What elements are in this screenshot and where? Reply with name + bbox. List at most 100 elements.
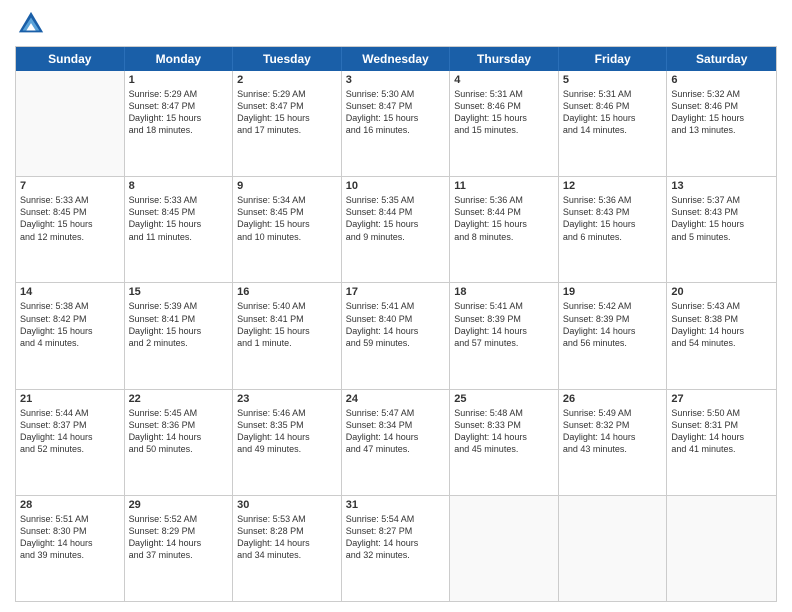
day-number: 13 — [671, 180, 772, 192]
day-number: 21 — [20, 393, 120, 405]
calendar-cell: 30 Sunrise: 5:53 AM Sunset: 8:28 PM Dayli… — [233, 496, 342, 601]
calendar-cell: 28Sunrise: 5:51 AM Sunset: 8:30 PM Dayli… — [16, 496, 125, 601]
day-number: 5 — [563, 74, 663, 86]
calendar-cell: 20 Sunrise: 5:43 AM Sunset: 8:38 PM Dayli… — [667, 283, 776, 388]
cell-info: Sunrise: 5:36 AM Sunset: 8:44 PM Dayligh… — [454, 194, 554, 243]
day-number: 16 — [237, 286, 337, 298]
day-number: 9 — [237, 180, 337, 192]
calendar-header-cell: Sunday — [16, 47, 125, 71]
calendar-cell: 13 Sunrise: 5:37 AM Sunset: 8:43 PM Dayli… — [667, 177, 776, 282]
day-number: 23 — [237, 393, 337, 405]
cell-info: Sunrise: 5:33 AM Sunset: 8:45 PM Dayligh… — [20, 194, 120, 243]
day-number: 29 — [129, 499, 229, 511]
calendar-header-cell: Wednesday — [342, 47, 451, 71]
cell-info: Sunrise: 5:54 AM Sunset: 8:27 PM Dayligh… — [346, 513, 446, 562]
day-number: 24 — [346, 393, 446, 405]
cell-info: Sunrise: 5:40 AM Sunset: 8:41 PM Dayligh… — [237, 300, 337, 349]
calendar-cell: 9 Sunrise: 5:34 AM Sunset: 8:45 PM Daylig… — [233, 177, 342, 282]
day-number: 6 — [671, 74, 772, 86]
calendar-header-cell: Friday — [559, 47, 668, 71]
cell-info: Sunrise: 5:47 AM Sunset: 8:34 PM Dayligh… — [346, 407, 446, 456]
cell-info: Sunrise: 5:35 AM Sunset: 8:44 PM Dayligh… — [346, 194, 446, 243]
cell-info: Sunrise: 5:50 AM Sunset: 8:31 PM Dayligh… — [671, 407, 772, 456]
day-number: 26 — [563, 393, 663, 405]
day-number: 8 — [129, 180, 229, 192]
cell-info: Sunrise: 5:30 AM Sunset: 8:47 PM Dayligh… — [346, 88, 446, 137]
calendar-cell: 10Sunrise: 5:35 AM Sunset: 8:44 PM Dayli… — [342, 177, 451, 282]
calendar-cell: 5 Sunrise: 5:31 AM Sunset: 8:46 PM Daylig… — [559, 71, 668, 176]
day-number: 11 — [454, 180, 554, 192]
calendar-cell: 27Sunrise: 5:50 AM Sunset: 8:31 PM Dayli… — [667, 390, 776, 495]
day-number: 22 — [129, 393, 229, 405]
calendar-header-cell: Tuesday — [233, 47, 342, 71]
day-number: 14 — [20, 286, 120, 298]
cell-info: Sunrise: 5:45 AM Sunset: 8:36 PM Dayligh… — [129, 407, 229, 456]
cell-info: Sunrise: 5:44 AM Sunset: 8:37 PM Dayligh… — [20, 407, 120, 456]
cell-info: Sunrise: 5:43 AM Sunset: 8:38 PM Dayligh… — [671, 300, 772, 349]
calendar-cell — [16, 71, 125, 176]
calendar-cell: 22 Sunrise: 5:45 AM Sunset: 8:36 PM Dayli… — [125, 390, 234, 495]
cell-info: Sunrise: 5:31 AM Sunset: 8:46 PM Dayligh… — [454, 88, 554, 137]
cell-info: Sunrise: 5:29 AM Sunset: 8:47 PM Dayligh… — [129, 88, 229, 137]
day-number: 31 — [346, 499, 446, 511]
calendar-cell: 25Sunrise: 5:48 AM Sunset: 8:33 PM Dayli… — [450, 390, 559, 495]
calendar-cell: 6 Sunrise: 5:32 AM Sunset: 8:46 PM Daylig… — [667, 71, 776, 176]
calendar-cell: 15Sunrise: 5:39 AM Sunset: 8:41 PM Dayli… — [125, 283, 234, 388]
calendar-week: 21 Sunrise: 5:44 AM Sunset: 8:37 PM Dayli… — [16, 390, 776, 496]
day-number: 19 — [563, 286, 663, 298]
day-number: 25 — [454, 393, 554, 405]
logo — [15, 10, 47, 38]
cell-info: Sunrise: 5:41 AM Sunset: 8:40 PM Dayligh… — [346, 300, 446, 349]
calendar-week: 1 Sunrise: 5:29 AM Sunset: 8:47 PM Daylig… — [16, 71, 776, 177]
calendar-cell: 12Sunrise: 5:36 AM Sunset: 8:43 PM Dayli… — [559, 177, 668, 282]
calendar-cell: 3 Sunrise: 5:30 AM Sunset: 8:47 PM Daylig… — [342, 71, 451, 176]
cell-info: Sunrise: 5:41 AM Sunset: 8:39 PM Dayligh… — [454, 300, 554, 349]
calendar-cell: 14 Sunrise: 5:38 AM Sunset: 8:42 PM Dayli… — [16, 283, 125, 388]
calendar-header-cell: Monday — [125, 47, 234, 71]
cell-info: Sunrise: 5:52 AM Sunset: 8:29 PM Dayligh… — [129, 513, 229, 562]
cell-info: Sunrise: 5:49 AM Sunset: 8:32 PM Dayligh… — [563, 407, 663, 456]
day-number: 1 — [129, 74, 229, 86]
calendar-cell — [667, 496, 776, 601]
day-number: 2 — [237, 74, 337, 86]
cell-info: Sunrise: 5:53 AM Sunset: 8:28 PM Dayligh… — [237, 513, 337, 562]
calendar-cell: 7Sunrise: 5:33 AM Sunset: 8:45 PM Daylig… — [16, 177, 125, 282]
calendar: SundayMondayTuesdayWednesdayThursdayFrid… — [15, 46, 777, 602]
calendar-cell: 29 Sunrise: 5:52 AM Sunset: 8:29 PM Dayli… — [125, 496, 234, 601]
page: SundayMondayTuesdayWednesdayThursdayFrid… — [0, 0, 792, 612]
calendar-cell: 21 Sunrise: 5:44 AM Sunset: 8:37 PM Dayli… — [16, 390, 125, 495]
cell-info: Sunrise: 5:37 AM Sunset: 8:43 PM Dayligh… — [671, 194, 772, 243]
calendar-cell: 11 Sunrise: 5:36 AM Sunset: 8:44 PM Dayli… — [450, 177, 559, 282]
cell-info: Sunrise: 5:38 AM Sunset: 8:42 PM Dayligh… — [20, 300, 120, 349]
calendar-header-cell: Saturday — [667, 47, 776, 71]
calendar-cell: 19 Sunrise: 5:42 AM Sunset: 8:39 PM Dayli… — [559, 283, 668, 388]
calendar-cell: 23Sunrise: 5:46 AM Sunset: 8:35 PM Dayli… — [233, 390, 342, 495]
calendar-header-cell: Thursday — [450, 47, 559, 71]
calendar-cell: 1 Sunrise: 5:29 AM Sunset: 8:47 PM Daylig… — [125, 71, 234, 176]
calendar-cell: 16 Sunrise: 5:40 AM Sunset: 8:41 PM Dayli… — [233, 283, 342, 388]
cell-info: Sunrise: 5:29 AM Sunset: 8:47 PM Dayligh… — [237, 88, 337, 137]
calendar-cell: 26 Sunrise: 5:49 AM Sunset: 8:32 PM Dayli… — [559, 390, 668, 495]
calendar-week: 14 Sunrise: 5:38 AM Sunset: 8:42 PM Dayli… — [16, 283, 776, 389]
day-number: 3 — [346, 74, 446, 86]
day-number: 12 — [563, 180, 663, 192]
calendar-cell: 18 Sunrise: 5:41 AM Sunset: 8:39 PM Dayli… — [450, 283, 559, 388]
cell-info: Sunrise: 5:32 AM Sunset: 8:46 PM Dayligh… — [671, 88, 772, 137]
day-number: 18 — [454, 286, 554, 298]
calendar-week: 28Sunrise: 5:51 AM Sunset: 8:30 PM Dayli… — [16, 496, 776, 601]
calendar-week: 7Sunrise: 5:33 AM Sunset: 8:45 PM Daylig… — [16, 177, 776, 283]
day-number: 20 — [671, 286, 772, 298]
cell-info: Sunrise: 5:42 AM Sunset: 8:39 PM Dayligh… — [563, 300, 663, 349]
cell-info: Sunrise: 5:31 AM Sunset: 8:46 PM Dayligh… — [563, 88, 663, 137]
calendar-body: 1 Sunrise: 5:29 AM Sunset: 8:47 PM Daylig… — [16, 71, 776, 601]
calendar-header: SundayMondayTuesdayWednesdayThursdayFrid… — [16, 47, 776, 71]
calendar-cell — [450, 496, 559, 601]
cell-info: Sunrise: 5:34 AM Sunset: 8:45 PM Dayligh… — [237, 194, 337, 243]
day-number: 30 — [237, 499, 337, 511]
calendar-cell: 8 Sunrise: 5:33 AM Sunset: 8:45 PM Daylig… — [125, 177, 234, 282]
calendar-cell: 4Sunrise: 5:31 AM Sunset: 8:46 PM Daylig… — [450, 71, 559, 176]
day-number: 28 — [20, 499, 120, 511]
calendar-cell: 31 Sunrise: 5:54 AM Sunset: 8:27 PM Dayli… — [342, 496, 451, 601]
cell-info: Sunrise: 5:39 AM Sunset: 8:41 PM Dayligh… — [129, 300, 229, 349]
cell-info: Sunrise: 5:33 AM Sunset: 8:45 PM Dayligh… — [129, 194, 229, 243]
